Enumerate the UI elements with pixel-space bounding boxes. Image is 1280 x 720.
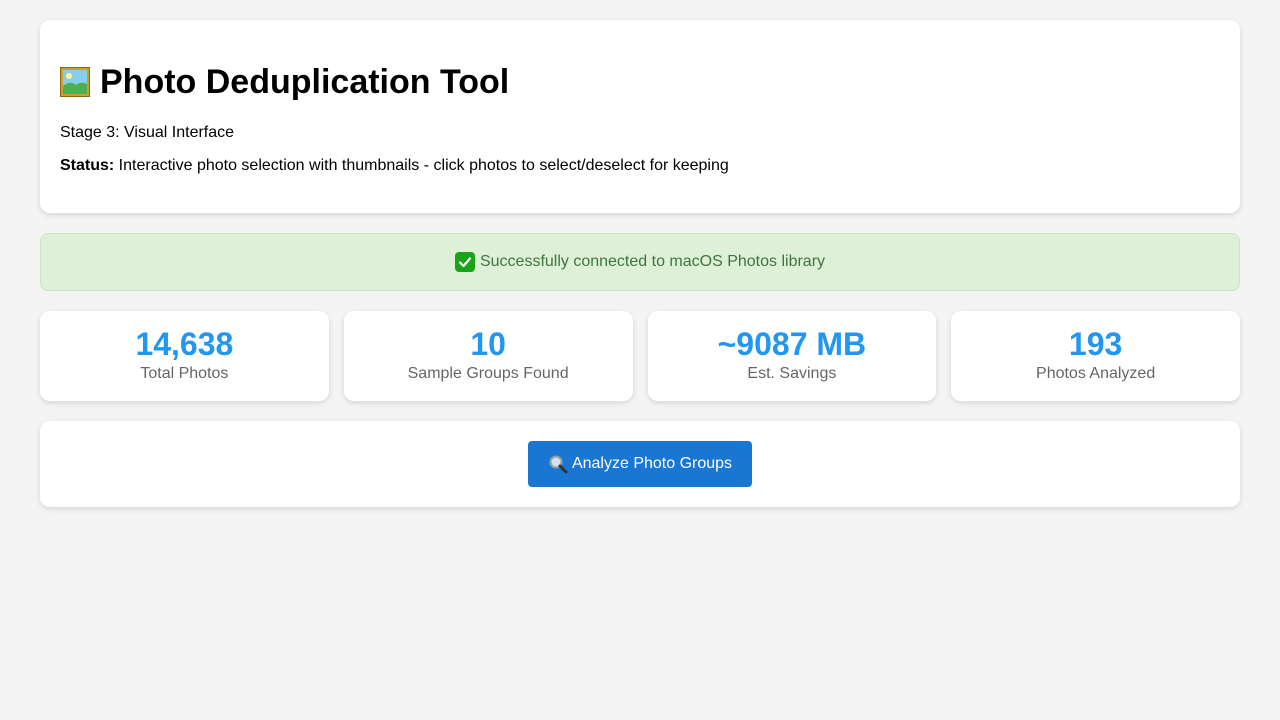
alert-text: Successfully connected to macOS Photos l… [479, 253, 826, 270]
stat-est-savings: ~9087 MB Est. Savings [647, 311, 937, 401]
stats-row: 14,638 Total Photos 10 Sample Groups Fou… [40, 311, 1240, 401]
stat-label: Sample Groups Found [407, 365, 569, 382]
check-mark-icon [454, 252, 475, 272]
stat-value: 14,638 [135, 326, 234, 362]
magnifier-icon [548, 454, 568, 474]
action-card: Analyze Photo Groups [40, 421, 1240, 507]
stat-value: 193 [1068, 326, 1123, 362]
stat-label: Total Photos [140, 365, 229, 382]
stat-value: ~9087 MB [717, 326, 867, 362]
analyze-photo-groups-button[interactable]: Analyze Photo Groups [527, 441, 753, 487]
analyze-button-label: Analyze Photo Groups [571, 455, 733, 472]
status-line: Status: Interactive photo selection with… [60, 157, 1220, 175]
stat-total-photos: 14,638 Total Photos [40, 311, 329, 401]
stage-subtitle: Stage 3: Visual Interface [60, 124, 235, 141]
stat-photos-analyzed: 193 Photos Analyzed [951, 311, 1240, 401]
stat-sample-groups: 10 Sample Groups Found [343, 311, 633, 401]
header-card: Photo Deduplication Tool Stage 3: Visual… [40, 20, 1240, 213]
stat-label: Est. Savings [747, 365, 837, 382]
page-title: Photo Deduplication Tool [100, 62, 510, 101]
connection-alert: Successfully connected to macOS Photos l… [40, 233, 1240, 291]
title-row: Photo Deduplication Tool [60, 60, 1220, 104]
app-container: Photo Deduplication Tool Stage 3: Visual… [40, 20, 1240, 507]
stat-label: Photos Analyzed [1036, 365, 1156, 382]
stat-value: 10 [470, 326, 506, 362]
status-label: Status: [60, 157, 115, 174]
framed-picture-icon [60, 67, 90, 97]
status-text: Interactive photo selection with thumbna… [114, 157, 729, 174]
